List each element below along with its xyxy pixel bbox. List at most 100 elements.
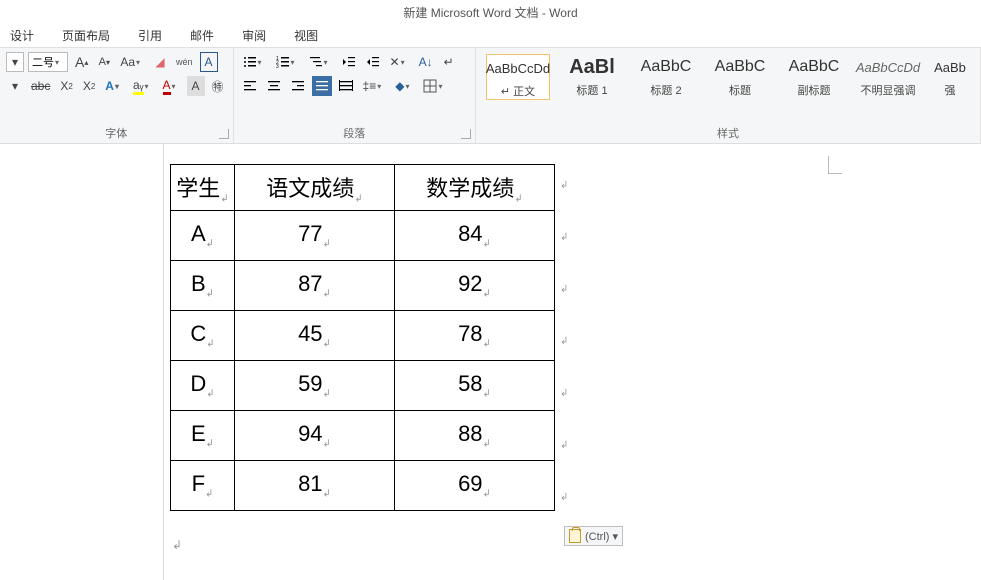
ribbon-group-paragraph-label: 段落 <box>234 125 475 141</box>
page-corner-marker <box>828 156 842 174</box>
text-direction-button[interactable]: ✕▾ <box>387 52 412 72</box>
style-subtitle[interactable]: AaBbC 副标题 <box>782 54 846 98</box>
align-center-button[interactable] <box>264 76 284 96</box>
decrease-indent-button[interactable] <box>339 52 359 72</box>
font-dialog-launcher[interactable] <box>219 129 229 139</box>
align-right-button[interactable] <box>288 76 308 96</box>
align-left-icon <box>243 79 257 93</box>
table-cell[interactable]: 59↲ <box>235 361 395 411</box>
highlight-button[interactable]: aᵧ▾ <box>130 76 156 96</box>
increase-indent-button[interactable] <box>363 52 383 72</box>
multilevel-list-button[interactable]: ▾ <box>306 52 335 72</box>
ribbon-group-styles: AaBbCcDd ↵ 正文 AaBl 标题 1 AaBbC 标题 2 AaBbC… <box>476 48 981 143</box>
table-cell[interactable]: 92↲ <box>395 261 555 311</box>
paragraph-mark: ↲ <box>172 538 182 552</box>
bullets-button[interactable]: ▾ <box>240 52 269 72</box>
shrink-font-button[interactable]: A▾ <box>95 52 113 72</box>
table-cell[interactable]: E↲ <box>171 411 235 461</box>
table-cell[interactable]: A↲ <box>171 211 235 261</box>
tab-design[interactable]: 设计 <box>6 25 38 46</box>
table-header-cell[interactable]: 学生↲ <box>171 165 235 211</box>
table-cell[interactable]: D↲ <box>171 361 235 411</box>
tab-mailings[interactable]: 邮件 <box>186 25 218 46</box>
borders-button[interactable]: ▾ <box>420 76 449 96</box>
distributed-align-button[interactable] <box>336 76 356 96</box>
document-canvas[interactable]: 学生↲ 语文成绩↲ 数学成绩↲ A↲ 77↲ 84↲ B↲ 87↲ 92↲ C↲… <box>0 144 981 580</box>
font-split-button[interactable]: ▾ <box>6 76 24 96</box>
table-row[interactable]: F↲ 81↲ 69↲ <box>171 461 555 511</box>
numbering-button[interactable]: 123▾ <box>273 52 302 72</box>
grow-font-button[interactable]: A▴ <box>72 52 91 72</box>
paste-options-button[interactable]: (Ctrl) ▾ <box>564 526 623 546</box>
align-center-icon <box>267 79 281 93</box>
font-family-dropdown[interactable]: ▾ <box>6 52 24 72</box>
table-row[interactable]: 学生↲ 语文成绩↲ 数学成绩↲ <box>171 165 555 211</box>
table-cell[interactable]: 81↲ <box>235 461 395 511</box>
table-cell[interactable]: 94↲ <box>235 411 395 461</box>
table-cell[interactable]: 84↲ <box>395 211 555 261</box>
document-table[interactable]: 学生↲ 语文成绩↲ 数学成绩↲ A↲ 77↲ 84↲ B↲ 87↲ 92↲ C↲… <box>170 164 555 511</box>
table-cell[interactable]: B↲ <box>171 261 235 311</box>
font-size-select[interactable]: 二号▾ <box>28 52 68 72</box>
indent-icon <box>366 55 380 69</box>
table-row[interactable]: D↲ 59↲ 58↲ <box>171 361 555 411</box>
row-end-mark: ↲ <box>560 440 568 451</box>
ribbon-group-paragraph: ▾ 123▾ ▾ ✕▾ A↓ ↵ <box>234 48 476 143</box>
table-cell[interactable]: 77↲ <box>235 211 395 261</box>
table-cell[interactable]: C↲ <box>171 311 235 361</box>
align-justify-icon <box>315 79 329 93</box>
ribbon-group-styles-label: 样式 <box>476 125 980 141</box>
line-spacing-button[interactable]: ‡≡▾ <box>360 76 389 96</box>
ribbon-tabs: 设计 页面布局 引用 邮件 审阅 视图 <box>0 24 981 48</box>
font-color-button[interactable]: A▾ <box>160 76 183 96</box>
tab-pagelayout[interactable]: 页面布局 <box>58 25 114 46</box>
table-header-cell[interactable]: 语文成绩↲ <box>235 165 395 211</box>
style-heading2[interactable]: AaBbC 标题 2 <box>634 54 698 98</box>
table-row[interactable]: C↲ 45↲ 78↲ <box>171 311 555 361</box>
superscript-button[interactable]: X2 <box>80 76 98 96</box>
strikethrough-button[interactable]: abc <box>28 76 53 96</box>
table-cell[interactable]: 45↲ <box>235 311 395 361</box>
row-end-mark: ↲ <box>560 336 568 347</box>
table-cell[interactable]: 78↲ <box>395 311 555 361</box>
styles-gallery[interactable]: AaBbCcDd ↵ 正文 AaBl 标题 1 AaBbC 标题 2 AaBbC… <box>482 52 974 102</box>
text-effects-button[interactable]: A▾ <box>102 76 126 96</box>
row-end-mark: ↲ <box>560 492 568 503</box>
sort-button[interactable]: A↓ <box>416 52 436 72</box>
clear-formatting-button[interactable]: ◢ <box>151 52 169 72</box>
row-end-mark: ↲ <box>560 388 568 399</box>
table-row[interactable]: B↲ 87↲ 92↲ <box>171 261 555 311</box>
table-cell[interactable]: F↲ <box>171 461 235 511</box>
align-left-button[interactable] <box>240 76 260 96</box>
bullets-icon <box>243 55 257 69</box>
tab-review[interactable]: 审阅 <box>238 25 270 46</box>
style-subtle-emph[interactable]: AaBbCcDd 不明显强调 <box>856 54 920 98</box>
style-normal[interactable]: AaBbCcDd ↵ 正文 <box>486 54 550 100</box>
change-case-button[interactable]: Aa▾ <box>117 52 147 72</box>
show-marks-button[interactable]: ↵ <box>440 52 458 72</box>
align-justify-button[interactable] <box>312 76 332 96</box>
table-cell[interactable]: 69↲ <box>395 461 555 511</box>
page-left-edge <box>163 144 164 580</box>
phonetic-guide-button[interactable]: wén <box>173 52 196 72</box>
paragraph-dialog-launcher[interactable] <box>461 129 471 139</box>
style-heading1[interactable]: AaBl 标题 1 <box>560 54 624 98</box>
enclosed-char-button[interactable]: ㊕ <box>209 76 227 96</box>
subscript-button[interactable]: X2 <box>57 76 75 96</box>
table-row[interactable]: A↲ 77↲ 84↲ <box>171 211 555 261</box>
table-row[interactable]: E↲ 94↲ 88↲ <box>171 411 555 461</box>
character-border-button[interactable]: A <box>200 52 218 72</box>
row-end-mark: ↲ <box>560 232 568 243</box>
tab-references[interactable]: 引用 <box>134 25 166 46</box>
outdent-icon <box>342 55 356 69</box>
table-cell[interactable]: 87↲ <box>235 261 395 311</box>
style-strong[interactable]: AaBb 强 <box>930 54 970 98</box>
tab-view[interactable]: 视图 <box>290 25 322 46</box>
table-cell[interactable]: 58↲ <box>395 361 555 411</box>
char-shading-button[interactable]: A <box>187 76 205 96</box>
table-cell[interactable]: 88↲ <box>395 411 555 461</box>
table-header-cell[interactable]: 数学成绩↲ <box>395 165 555 211</box>
row-end-mark: ↲ <box>560 180 568 191</box>
style-title[interactable]: AaBbC 标题 <box>708 54 772 98</box>
shading-button[interactable]: ◆▾ <box>392 76 416 96</box>
